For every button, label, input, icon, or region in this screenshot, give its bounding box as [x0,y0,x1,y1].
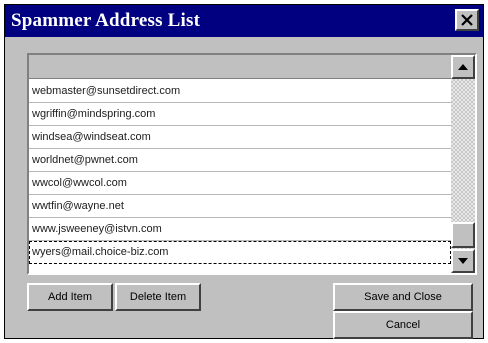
title-bar[interactable]: Spammer Address List [5,5,483,37]
save-and-close-button[interactable]: Save and Close [333,283,473,311]
scroll-down-button[interactable] [451,249,475,273]
scroll-up-button[interactable] [451,55,475,79]
list-item[interactable]: wwcol@wwcol.com [29,172,451,195]
close-icon [461,14,473,26]
list-column-header[interactable] [29,55,451,79]
address-list[interactable]: webmaster@sunsetdirect.com wgriffin@mind… [27,53,477,275]
address-rows: webmaster@sunsetdirect.com wgriffin@mind… [29,80,451,264]
triangle-down-icon [458,258,468,264]
triangle-up-icon [458,64,468,70]
cancel-button[interactable]: Cancel [333,311,473,339]
delete-item-button[interactable]: Delete Item [115,283,201,311]
spammer-address-list-dialog: Spammer Address List webmaster@sunsetdir… [4,4,484,339]
list-item[interactable]: windsea@windseat.com [29,126,451,149]
list-item[interactable]: wgriffin@mindspring.com [29,103,451,126]
add-item-button[interactable]: Add Item [27,283,113,311]
window-title: Spammer Address List [11,10,201,31]
list-item[interactable]: webmaster@sunsetdirect.com [29,80,451,103]
scroll-thumb[interactable] [451,222,475,248]
list-item-selected[interactable]: wyers@mail.choice-biz.com [29,241,451,264]
close-button[interactable] [455,9,479,31]
vertical-scrollbar[interactable] [451,55,475,273]
list-item[interactable]: wwtfin@wayne.net [29,195,451,218]
list-item[interactable]: www.jsweeney@istvn.com [29,218,451,241]
list-item[interactable]: worldnet@pwnet.com [29,149,451,172]
